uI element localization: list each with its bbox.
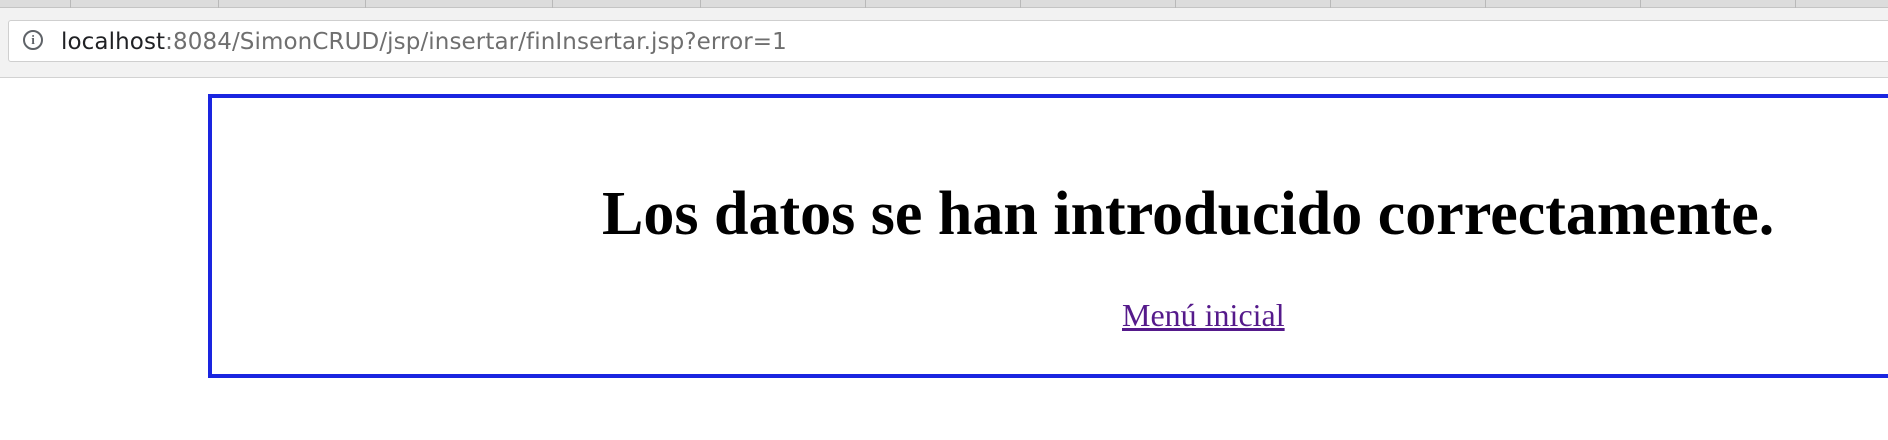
url-path: :8084/SimonCRUD/jsp/insertar/finInsertar… xyxy=(165,29,787,55)
tab-strip xyxy=(0,0,1888,8)
tab-separator xyxy=(552,0,553,8)
info-icon[interactable]: i xyxy=(23,30,43,50)
tab-separator xyxy=(1330,0,1331,8)
browser-toolbar: i localhost:8084/SimonCRUD/jsp/insertar/… xyxy=(0,8,1888,78)
tab-separator xyxy=(1020,0,1021,8)
tab-separator xyxy=(1175,0,1176,8)
tab-separator xyxy=(865,0,866,8)
url-host: localhost xyxy=(61,29,166,55)
page-title: Los datos se han introducido correctamen… xyxy=(602,180,1775,248)
tab-separator xyxy=(1795,0,1796,8)
content-frame: Los datos se han introducido correctamen… xyxy=(208,94,1888,378)
menu-inicial-link[interactable]: Menú inicial xyxy=(1122,296,1285,334)
address-bar[interactable]: i localhost:8084/SimonCRUD/jsp/insertar/… xyxy=(8,20,1888,62)
tab-separator xyxy=(1640,0,1641,8)
tab-separator xyxy=(218,0,219,8)
url-text[interactable]: localhost:8084/SimonCRUD/jsp/insertar/fi… xyxy=(61,28,787,56)
tab-separator xyxy=(700,0,701,8)
tab-separator xyxy=(70,0,71,8)
tab-separator xyxy=(365,0,366,8)
tab-separator xyxy=(1485,0,1486,8)
